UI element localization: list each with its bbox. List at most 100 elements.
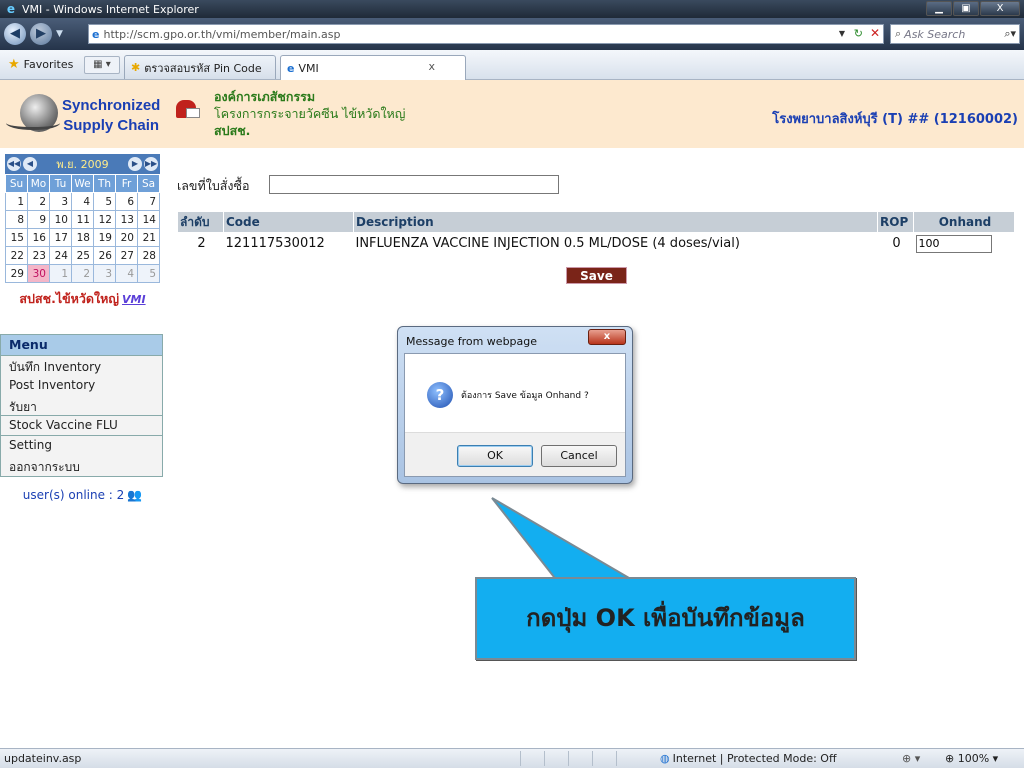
calendar-day[interactable]: 20	[115, 228, 138, 247]
search-go-icon[interactable]: ⌕▾	[1004, 27, 1016, 41]
calendar-day[interactable]: 28	[137, 246, 160, 265]
stop-icon[interactable]: ✕	[870, 26, 880, 40]
users-icon: 👥	[127, 488, 143, 502]
cell-onhand	[914, 233, 1015, 255]
ie-logo-icon: e	[6, 2, 16, 16]
favorites-button[interactable]: ★ Favorites	[8, 57, 73, 72]
history-dropdown-icon[interactable]: ▼	[56, 29, 63, 39]
calendar-caption: สปสช.ไข้หวัดใหญ่ VMI	[5, 287, 160, 311]
instruction-callout: กดปุ่ม OK เพื่อบันทึกข้อมูล	[475, 577, 856, 660]
calendar-day[interactable]: 27	[115, 246, 138, 265]
calendar-day[interactable]: 1	[5, 192, 28, 211]
prev-month-icon[interactable]: ◀	[23, 157, 37, 171]
cancel-button[interactable]: Cancel	[541, 445, 617, 467]
calendar-day[interactable]: 6	[115, 192, 138, 211]
po-number-input[interactable]	[269, 175, 559, 194]
menu-item-receive-drugs[interactable]: รับยา	[1, 396, 162, 416]
navigation-bar: ◀ ▶ ▼ e http://scm.gpo.or.th/vmi/member/…	[0, 18, 1024, 50]
calendar-day[interactable]: 29	[5, 264, 28, 283]
page-header: Synchronized Supply Chain องค์การเภสัชกร…	[0, 80, 1024, 148]
calendar-day[interactable]: 22	[5, 246, 28, 265]
question-icon: ?	[427, 382, 453, 408]
window-controls: ▁ ▣ X	[926, 1, 1020, 16]
calendar-day[interactable]: 26	[93, 246, 116, 265]
calendar-day[interactable]: 13	[115, 210, 138, 229]
status-segment	[616, 751, 638, 766]
calendar-day[interactable]: 5	[137, 264, 160, 283]
calendar-weekday: We	[71, 174, 94, 193]
table-row: 2 121117530012 INFLUENZA VACCINE INJECTI…	[178, 233, 1015, 255]
calendar-day[interactable]: 5	[93, 192, 116, 211]
security-zone[interactable]: ◍ Internet | Protected Mode: Off	[660, 752, 837, 765]
next-month-icon[interactable]: ▶	[128, 157, 142, 171]
column-header-no: ลำดับ	[177, 211, 224, 233]
close-window-button[interactable]: X	[980, 1, 1020, 16]
prev-year-icon[interactable]: ◀◀	[7, 157, 21, 171]
calendar-day[interactable]: 25	[71, 246, 94, 265]
save-button[interactable]: Save	[566, 267, 627, 284]
calendar-week: 8 9 10 11 12 13 14	[5, 210, 160, 229]
back-button[interactable]: ◀	[4, 23, 26, 45]
calendar-day[interactable]: 3	[93, 264, 116, 283]
dialog-message: ต้องการ Save ข้อมูล Onhand ?	[461, 391, 589, 401]
calendar-week: 22 23 24 25 26 27 28	[5, 246, 160, 265]
calendar-day[interactable]: 2	[27, 192, 50, 211]
calendar-day[interactable]: 14	[137, 210, 160, 229]
refresh-icon[interactable]: ↻	[854, 27, 863, 40]
calendar-day[interactable]: 9	[27, 210, 50, 229]
calendar-day[interactable]: 3	[49, 192, 72, 211]
search-box[interactable]: ⌕ Ask Search ⌕▾	[890, 24, 1020, 44]
users-online: user(s) online : 2 👥	[0, 488, 165, 502]
dialog-close-button[interactable]: x	[588, 329, 626, 345]
sidebar: ◀◀ ◀ พ.ย. 2009 ▶ ▶▶ Su Mo Tu We Th Fr Sa 12345…	[0, 148, 165, 748]
status-segment	[520, 751, 542, 766]
users-online-text: user(s) online : 2	[22, 488, 125, 502]
calendar-day[interactable]: 15	[5, 228, 28, 247]
calendar-day[interactable]: 7	[137, 192, 160, 211]
calendar-day[interactable]: 2	[71, 264, 94, 283]
menu-item-post-inventory[interactable]: Post Inventory	[1, 376, 162, 396]
quick-tabs-icon[interactable]: ▦ ▾	[84, 56, 120, 74]
calendar-day[interactable]: 17	[49, 228, 72, 247]
calendar-day[interactable]: 19	[93, 228, 116, 247]
zoom-control[interactable]: ⊕ 100% ▾	[945, 752, 998, 765]
menu-item-logout[interactable]: ออกจากระบบ	[1, 456, 162, 476]
dialog-body: ? ต้องการ Save ข้อมูล Onhand ? OK Cancel	[404, 353, 626, 477]
menu-item-stock-vaccine[interactable]: Stock Vaccine FLU	[1, 416, 162, 436]
dialog-button-panel: OK Cancel	[405, 432, 625, 476]
onhand-input[interactable]	[915, 234, 992, 253]
org-agency: สปสช.	[214, 123, 251, 138]
calendar-day[interactable]: 24	[49, 246, 72, 265]
menu-item-record-inventory[interactable]: บันทึก Inventory	[1, 356, 162, 376]
calendar-day[interactable]: 23	[27, 246, 50, 265]
calendar-weekday: Th	[93, 174, 116, 193]
address-dropdown-icon[interactable]: ▼	[839, 29, 845, 38]
address-bar[interactable]: e http://scm.gpo.or.th/vmi/member/main.a…	[88, 24, 884, 44]
calendar-day[interactable]: 11	[71, 210, 94, 229]
tab-pin-code[interactable]: ✱ ตรวจสอบรหัส Pin Code	[124, 55, 276, 79]
calendar-week: 29 30 1 2 3 4 5	[5, 264, 160, 283]
menu-item-setting[interactable]: Setting	[1, 436, 162, 456]
next-year-icon[interactable]: ▶▶	[144, 157, 158, 171]
calendar-day[interactable]: 12	[93, 210, 116, 229]
forward-button[interactable]: ▶	[30, 23, 52, 45]
calendar-day[interactable]: 8	[5, 210, 28, 229]
maximize-button[interactable]: ▣	[953, 1, 979, 16]
calendar-day[interactable]: 16	[27, 228, 50, 247]
tab-vmi[interactable]: e VMI x	[280, 55, 466, 80]
protected-mode-icon[interactable]: ⊕ ▾	[902, 752, 920, 765]
ok-button[interactable]: OK	[457, 445, 533, 467]
status-segment	[592, 751, 614, 766]
calendar-day[interactable]: 10	[49, 210, 72, 229]
tab-label: ตรวจสอบรหัส Pin Code	[144, 61, 262, 75]
calendar-day[interactable]: 4	[115, 264, 138, 283]
close-tab-icon[interactable]: x	[428, 60, 435, 73]
calendar-day[interactable]: 18	[71, 228, 94, 247]
calendar-day[interactable]: 1	[49, 264, 72, 283]
mailbox-icon	[174, 96, 204, 122]
calendar-day[interactable]: 30	[27, 264, 50, 283]
minimize-button[interactable]: ▁	[926, 1, 952, 16]
calendar-day[interactable]: 4	[71, 192, 94, 211]
calendar-day[interactable]: 21	[137, 228, 160, 247]
calendar-weekday: Tu	[49, 174, 72, 193]
